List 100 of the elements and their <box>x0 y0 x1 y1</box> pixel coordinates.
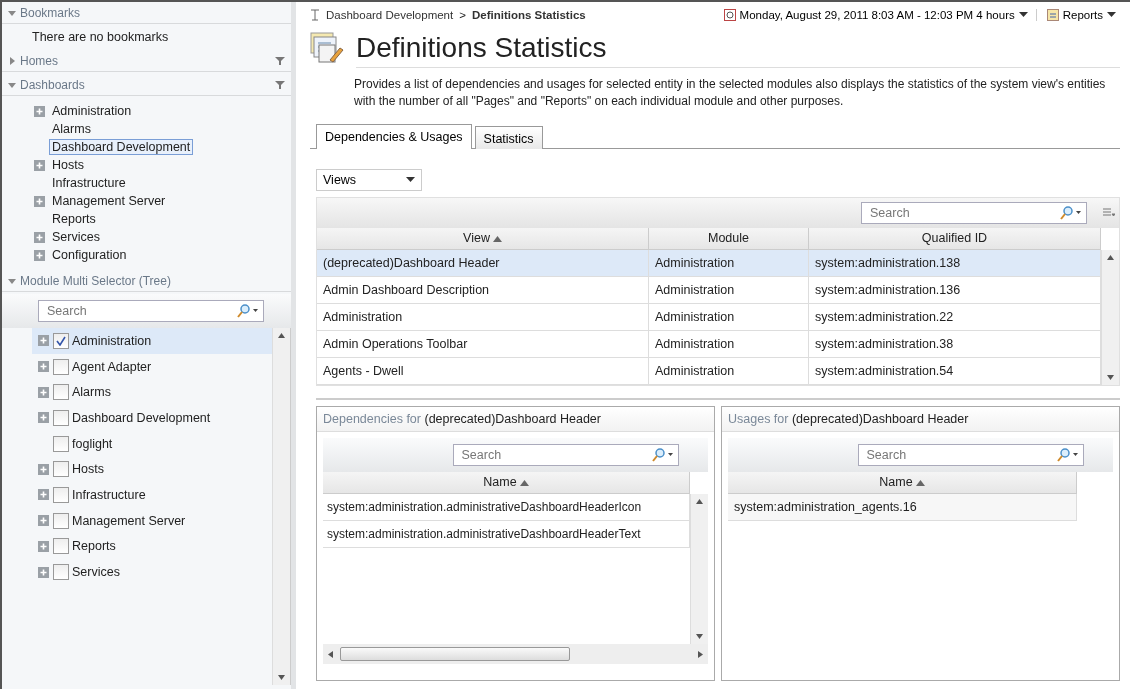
tree-row[interactable]: Reports <box>32 533 272 560</box>
tree-item[interactable]: Alarms <box>49 121 94 137</box>
expand-icon[interactable] <box>38 335 49 347</box>
expand-icon[interactable] <box>34 195 45 207</box>
checkbox[interactable] <box>53 332 69 349</box>
search-field[interactable]: Search <box>857 444 1084 466</box>
scrollbar[interactable] <box>690 494 708 644</box>
scroll-up-icon[interactable] <box>278 332 285 339</box>
column-header[interactable]: Qualified ID <box>809 228 1101 250</box>
tree-item[interactable]: Administration <box>49 103 135 119</box>
collapse-caret-icon[interactable] <box>8 80 16 89</box>
expand-icon[interactable] <box>34 159 45 171</box>
section-title[interactable]: Bookmarks <box>20 5 285 20</box>
search-input[interactable]: Search <box>868 205 1060 221</box>
expand-icon[interactable] <box>38 412 49 424</box>
tree-item[interactable]: Hosts <box>49 157 87 173</box>
scroll-left-icon[interactable] <box>327 650 334 658</box>
expand-icon[interactable] <box>38 540 49 552</box>
search-icon[interactable] <box>1056 448 1079 462</box>
search-field[interactable]: Search <box>38 300 264 322</box>
tab[interactable]: Dependencies & Usages <box>316 124 472 149</box>
checkbox[interactable] <box>53 538 69 555</box>
checkbox[interactable] <box>53 512 69 529</box>
tree-item-label: Alarms <box>72 385 111 400</box>
column-header[interactable]: Module <box>649 228 809 250</box>
tree-row[interactable]: Dashboard Development <box>32 405 272 431</box>
empty-message: There are no bookmarks <box>31 29 169 46</box>
column-header[interactable]: Name <box>323 472 690 494</box>
search-icon[interactable] <box>651 448 674 462</box>
expand-icon[interactable] <box>34 105 45 117</box>
scrollbar[interactable] <box>272 328 290 685</box>
table-cell: (deprecated)Dashboard Header <box>317 250 649 277</box>
expand-icon[interactable] <box>38 489 49 501</box>
scroll-right-icon[interactable] <box>697 650 704 658</box>
breadcrumb-link[interactable]: Dashboard Development <box>326 9 454 21</box>
dropdown-arrow-icon <box>406 177 415 183</box>
column-header[interactable]: Name <box>728 472 1077 494</box>
section-title[interactable]: Module Multi Selector (Tree) <box>20 273 285 288</box>
section-title[interactable]: Homes <box>20 53 275 68</box>
breadcrumb-link[interactable]: Definitions Statistics <box>471 9 586 21</box>
horizontal-scrollbar[interactable] <box>323 644 708 664</box>
scroll-up-icon[interactable] <box>1107 254 1114 261</box>
clock-icon <box>723 9 736 21</box>
tab[interactable]: Statistics <box>474 126 543 149</box>
expand-icon[interactable] <box>34 231 45 243</box>
tree-item[interactable]: Configuration <box>49 247 130 263</box>
tree-row[interactable]: Alarms <box>32 379 272 406</box>
collapse-caret-icon[interactable] <box>8 8 16 17</box>
tree-row[interactable]: foglight <box>32 430 272 457</box>
tree-item[interactable]: Dashboard Development <box>49 139 194 155</box>
tree-row[interactable]: Management Server <box>32 507 272 534</box>
search-field[interactable]: Search <box>861 202 1087 224</box>
tree-item[interactable]: Infrastructure <box>49 175 129 191</box>
scroll-down-icon[interactable] <box>1107 374 1114 381</box>
tree-row[interactable]: Administration <box>32 328 272 354</box>
expand-icon[interactable] <box>38 515 49 527</box>
scroll-down-icon[interactable] <box>278 674 285 681</box>
tree-row[interactable]: Infrastructure <box>32 482 272 508</box>
column-header[interactable]: View <box>317 228 649 250</box>
caret-icon <box>1107 12 1116 18</box>
collapse-caret-icon[interactable] <box>8 276 16 285</box>
expand-caret-icon[interactable] <box>8 56 16 65</box>
filter-icon[interactable] <box>275 56 285 65</box>
sort-ascending-icon <box>492 236 502 242</box>
tree-item[interactable]: Reports <box>49 211 99 227</box>
expand-icon[interactable] <box>38 566 49 578</box>
checkbox[interactable] <box>53 384 69 401</box>
expand-icon[interactable] <box>34 249 45 261</box>
search-field[interactable]: Search <box>452 444 679 466</box>
checkbox[interactable] <box>53 486 69 503</box>
scrollbar[interactable] <box>1101 250 1119 385</box>
table-cell: Administration <box>649 304 809 331</box>
checkbox[interactable] <box>53 435 69 452</box>
checkbox[interactable] <box>53 461 69 478</box>
expand-icon[interactable] <box>38 463 49 475</box>
section-title[interactable]: Dashboards <box>20 77 275 92</box>
checkbox[interactable] <box>53 409 69 426</box>
scroll-up-icon[interactable] <box>696 498 703 505</box>
tree-item[interactable]: Management Server <box>49 193 169 209</box>
search-icon[interactable] <box>1060 206 1082 220</box>
filter-icon[interactable] <box>275 80 285 89</box>
tree-item-label: Services <box>72 565 120 580</box>
time-range-button[interactable]: Monday, August 29, 2011 8:03 AM - 12:03 PM 4 hours <box>715 9 1037 21</box>
table-cell: Admin Operations Toolbar <box>317 331 649 358</box>
tree-row[interactable]: Agent Adapter <box>32 353 272 380</box>
tree-item[interactable]: Services <box>49 229 103 245</box>
search-icon[interactable] <box>237 304 259 318</box>
expand-icon[interactable] <box>38 361 49 373</box>
tree-row[interactable]: Hosts <box>32 456 272 483</box>
column-options-icon[interactable] <box>1103 207 1115 219</box>
checkbox[interactable] <box>53 358 69 375</box>
table-cell: system:administration.administrativeDashboardHeaderIcon <box>323 494 690 521</box>
reports-menu-button[interactable]: Reports <box>1042 9 1120 21</box>
tree-row[interactable]: Services <box>32 559 272 585</box>
views-dropdown[interactable]: Views <box>316 169 422 191</box>
expand-icon[interactable] <box>38 386 49 398</box>
checkbox[interactable] <box>53 564 69 581</box>
table-cell: Administration <box>649 358 809 385</box>
scroll-down-icon[interactable] <box>696 633 703 640</box>
tree-item-label: foglight <box>72 436 113 451</box>
